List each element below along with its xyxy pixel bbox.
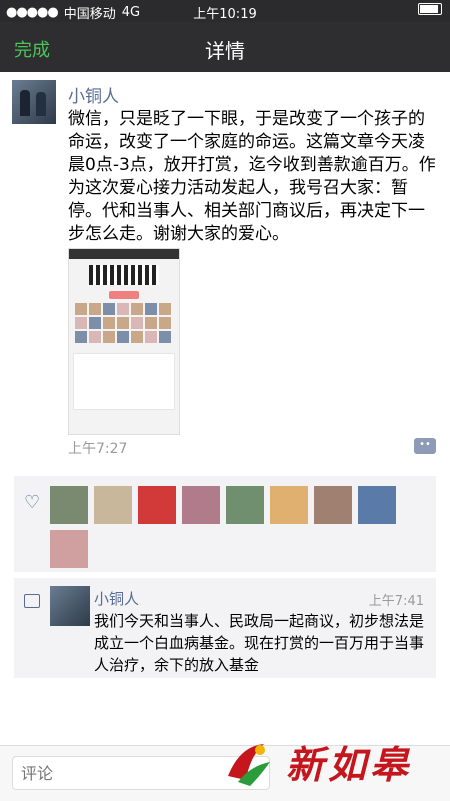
watermark-text: 新如皋 bbox=[286, 742, 413, 787]
comment-icon bbox=[24, 594, 40, 608]
image-header bbox=[69, 249, 179, 259]
like-avatar[interactable] bbox=[226, 486, 264, 524]
heart-icon: ♡ bbox=[24, 492, 41, 513]
like-avatar[interactable] bbox=[50, 530, 88, 568]
comment-avatar[interactable] bbox=[50, 586, 90, 626]
watermark: 新如皋 bbox=[220, 730, 440, 794]
like-avatar[interactable] bbox=[314, 486, 352, 524]
comment-area: 小铜人 上午7:41 我们今天和当事人、民政局一起商议，初步想法是成立一个白血病… bbox=[14, 578, 436, 678]
like-avatar[interactable] bbox=[270, 486, 308, 524]
nav-bar: 完成 详情 bbox=[0, 22, 450, 72]
image-card bbox=[73, 353, 175, 410]
comment-time: 上午7:41 bbox=[368, 594, 424, 609]
page-title: 详情 bbox=[205, 39, 245, 63]
post-text: 微信，只是眨了一下眼，于是改变了一个孩子的命运，改变了一个家庭的命运。这篇文章今… bbox=[68, 109, 436, 244]
comment-bubble-icon[interactable]: •• bbox=[414, 438, 436, 454]
image-qr bbox=[89, 265, 159, 285]
image-avatar-grid bbox=[75, 303, 173, 343]
watermark-logo bbox=[228, 744, 270, 786]
like-avatar[interactable] bbox=[138, 486, 176, 524]
status-right bbox=[418, 3, 442, 15]
like-avatar[interactable] bbox=[50, 486, 88, 524]
comment-username[interactable]: 小铜人 bbox=[94, 588, 139, 609]
post-username[interactable]: 小铜人 bbox=[68, 82, 119, 107]
like-avatars bbox=[50, 486, 420, 568]
post-image[interactable] bbox=[68, 248, 180, 435]
image-button bbox=[109, 291, 139, 299]
like-avatar[interactable] bbox=[182, 486, 220, 524]
likes-area: ♡ bbox=[14, 476, 436, 572]
status-bar: ●●●●● 中国移动 4G 上午10:19 bbox=[0, 0, 450, 22]
comment-text: 我们今天和当事人、民政局一起商议，初步想法是成立一个白血病基金。现在打赏的一百万… bbox=[94, 612, 425, 674]
status-time: 上午10:19 bbox=[193, 7, 257, 22]
like-avatar[interactable] bbox=[94, 486, 132, 524]
battery-icon bbox=[418, 3, 442, 15]
avatar[interactable] bbox=[12, 80, 56, 124]
post-time: 上午7:27 bbox=[68, 441, 128, 457]
like-avatar[interactable] bbox=[358, 486, 396, 524]
